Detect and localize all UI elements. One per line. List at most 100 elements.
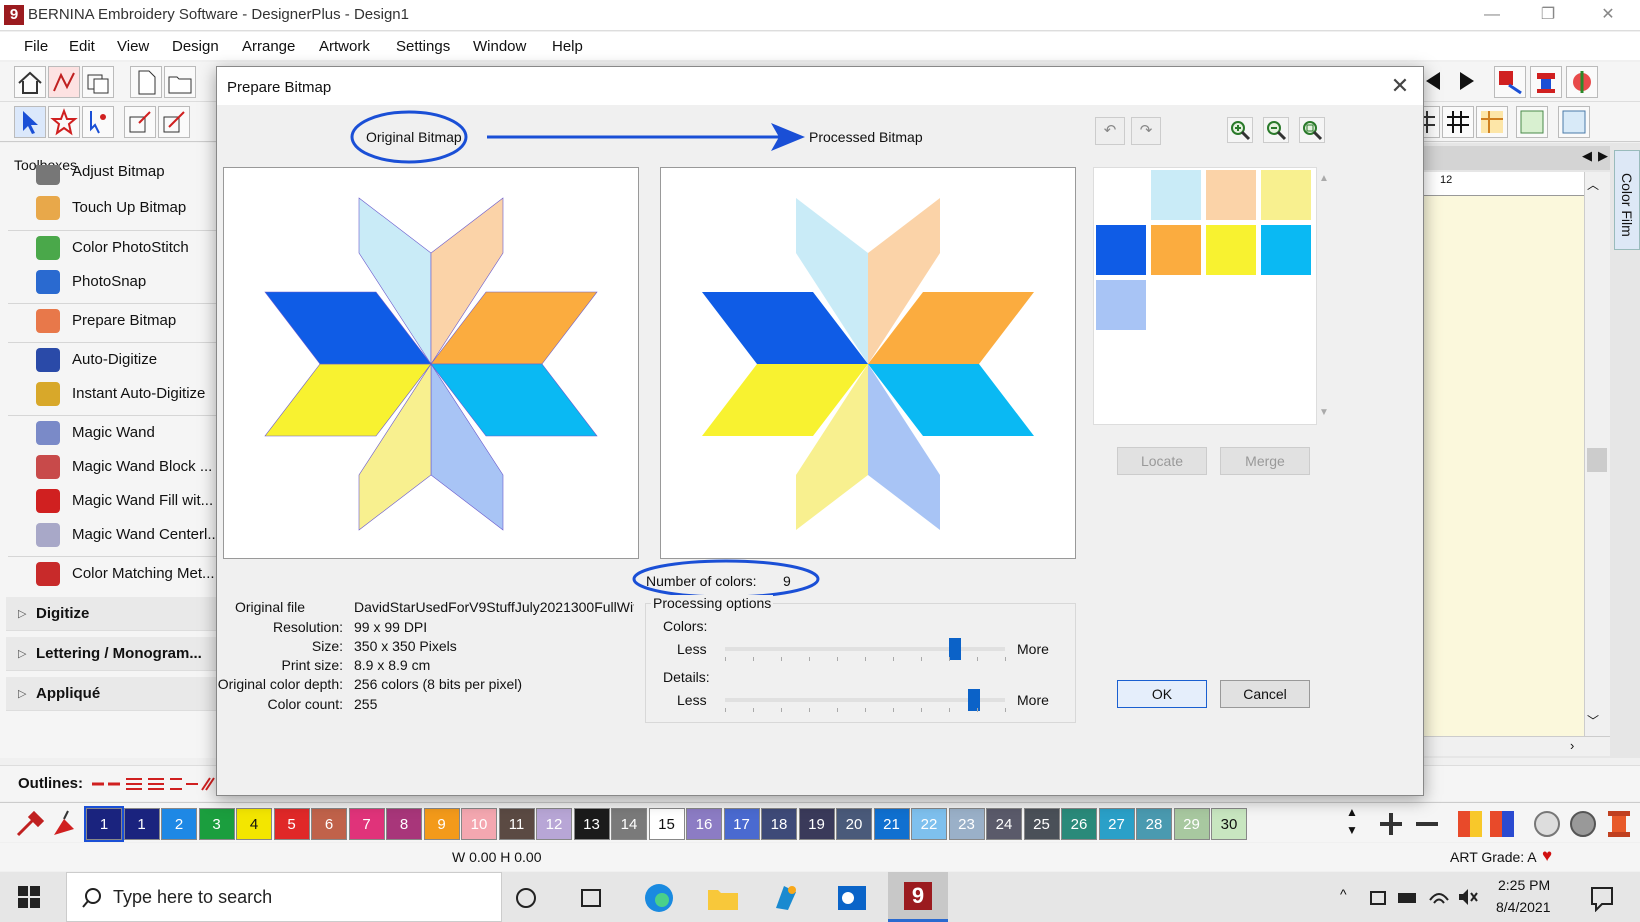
outlook-icon[interactable]	[834, 882, 870, 914]
menu-help[interactable]: Help	[552, 38, 583, 55]
thread-swatch[interactable]: 2	[161, 808, 197, 840]
thread-swatch[interactable]: 21	[873, 808, 910, 840]
cancel-button[interactable]: Cancel	[1220, 680, 1310, 708]
battery-icon[interactable]	[1396, 888, 1420, 908]
minimize-button[interactable]: —	[1468, 0, 1516, 30]
thread-swatch[interactable]: 14	[611, 808, 647, 840]
zoom-fit-icon[interactable]	[1299, 117, 1325, 143]
thread-swatch[interactable]: 30	[1211, 808, 1247, 840]
restore-button[interactable]: ❐	[1524, 0, 1572, 30]
thread-swatch[interactable]: 18	[761, 808, 797, 840]
fill-pattern-icon[interactable]	[1516, 106, 1548, 138]
merge-button[interactable]: Merge	[1220, 447, 1310, 475]
thread-swatch[interactable]: 23	[948, 808, 985, 840]
thread-spool-icon[interactable]	[1602, 809, 1636, 839]
menu-artwork[interactable]: Artwork	[319, 38, 370, 55]
fabric-icon[interactable]	[1566, 809, 1600, 839]
tool-auto-digitize[interactable]: Auto-Digitize	[10, 343, 215, 377]
details-slider-thumb[interactable]	[968, 689, 981, 711]
file-explorer-icon[interactable]	[706, 884, 740, 912]
color-swatch[interactable]	[1151, 225, 1201, 275]
details-slider[interactable]	[725, 686, 1006, 716]
redo-icon[interactable]: ↷	[1131, 117, 1161, 145]
color-swatch[interactable]	[1206, 225, 1256, 275]
thread-swatch[interactable]: 22	[911, 808, 947, 840]
thread-swatch[interactable]: 3	[198, 808, 235, 840]
thread-swatch[interactable]: 7	[348, 808, 385, 840]
task-view-icon[interactable]	[578, 886, 604, 910]
color-film-tab[interactable]: Color Film	[1614, 150, 1640, 250]
tool-adjust-bitmap[interactable]: Adjust Bitmap	[10, 165, 215, 187]
thread-swatch[interactable]: 17	[723, 808, 760, 840]
locate-button[interactable]: Locate	[1117, 447, 1207, 475]
color-swatch[interactable]	[1151, 170, 1201, 220]
cortana-icon[interactable]	[514, 886, 538, 910]
thread-swatch[interactable]: 1	[123, 808, 160, 840]
scroll-right-icon[interactable]: ›	[1570, 738, 1574, 753]
thread-swatch[interactable]: 5	[273, 808, 310, 840]
thread-swatch[interactable]: 26	[1061, 808, 1097, 840]
zoom-in-icon[interactable]	[1227, 117, 1253, 143]
tab-left-arrow-icon[interactable]: ◀	[1582, 148, 1592, 164]
eyedropper-icon[interactable]	[14, 809, 46, 839]
colors-slider-thumb[interactable]	[948, 638, 961, 660]
edge-icon[interactable]	[642, 882, 676, 914]
multi-window-icon[interactable]	[82, 66, 114, 98]
tool-prepare-bitmap[interactable]: Prepare Bitmap	[10, 304, 215, 338]
stitch-player-icon[interactable]	[1494, 66, 1526, 98]
vertical-scrollbar[interactable]: ︿ ﹀	[1584, 172, 1610, 736]
paint-app-icon[interactable]	[770, 882, 802, 914]
thread-swatch[interactable]: 24	[986, 808, 1022, 840]
group-lettering[interactable]: ▷ Lettering / Monogram...	[6, 637, 216, 671]
scroll-up-icon[interactable]: ︿	[1587, 176, 1599, 193]
stitch-pattern-icon[interactable]	[1558, 106, 1590, 138]
home-icon[interactable]	[14, 66, 46, 98]
palette-scroll-down-icon[interactable]: ▼	[1346, 823, 1358, 837]
reshape-icon[interactable]	[82, 106, 114, 138]
tab-right-arrow-icon[interactable]: ▶	[1598, 148, 1608, 164]
thread-swatch[interactable]: 25	[1023, 808, 1060, 840]
tool-instant-auto-digitize[interactable]: Instant Auto-Digitize	[10, 377, 215, 411]
menu-window[interactable]: Window	[473, 38, 526, 55]
open-folder-icon[interactable]	[164, 66, 196, 98]
colors-scroll-down-icon[interactable]: ▼	[1319, 407, 1329, 418]
thread-swatch[interactable]: 29	[1173, 808, 1210, 840]
notifications-icon[interactable]	[1588, 884, 1618, 912]
thread-swatch[interactable]: 13	[573, 808, 610, 840]
thread-swatch[interactable]: 11	[498, 808, 535, 840]
thread-swatch[interactable]: 15	[648, 808, 685, 840]
color-swatch[interactable]	[1261, 170, 1311, 220]
tool-magic-wand-centerline[interactable]: Magic Wand Centerl...	[10, 518, 217, 552]
zoom-out-icon[interactable]	[1263, 117, 1289, 143]
palette-scroll-up-icon[interactable]: ▲	[1346, 805, 1358, 819]
tool-photosnap[interactable]: PhotoSnap	[10, 265, 215, 299]
sewing-machine-icon[interactable]	[1530, 809, 1564, 839]
thread-spool-icon[interactable]	[1530, 66, 1562, 98]
tray-chevron-icon[interactable]: ^	[1340, 886, 1347, 902]
scale-icon[interactable]	[158, 106, 190, 138]
menu-view[interactable]: View	[117, 38, 149, 55]
grid-snap-icon[interactable]	[1442, 106, 1474, 138]
color-swatch[interactable]	[1261, 225, 1311, 275]
menu-edit[interactable]: Edit	[69, 38, 95, 55]
windows-start-icon[interactable]	[18, 886, 40, 908]
volume-muted-icon[interactable]	[1456, 886, 1478, 908]
tool-touch-up-bitmap[interactable]: Touch Up Bitmap	[10, 191, 215, 225]
tool-magic-wand-fill[interactable]: Magic Wand Fill wit...	[10, 484, 215, 518]
bernina-taskbar-button[interactable]: 9	[888, 872, 948, 922]
horizontal-scrollbar[interactable]: ›	[1424, 736, 1610, 756]
thread-swatch[interactable]: 20	[836, 808, 872, 840]
outline-styles[interactable]	[90, 774, 216, 794]
thread-swatch[interactable]: 6	[311, 808, 347, 840]
ok-button[interactable]: OK	[1117, 680, 1207, 708]
color-swatch[interactable]	[1096, 280, 1146, 330]
color-picker-icon[interactable]	[48, 809, 80, 839]
wifi-icon[interactable]	[1428, 886, 1450, 908]
hoop-grid-icon[interactable]	[1476, 106, 1508, 138]
embroidery-canvas-icon[interactable]	[48, 66, 80, 98]
remove-color-icon[interactable]	[1412, 809, 1442, 839]
taskbar-search-box[interactable]: Type here to search	[66, 872, 502, 922]
thread-swatch[interactable]: 10	[461, 808, 497, 840]
scroll-down-icon[interactable]: ﹀	[1587, 712, 1599, 729]
scroll-thumb[interactable]	[1587, 448, 1607, 472]
